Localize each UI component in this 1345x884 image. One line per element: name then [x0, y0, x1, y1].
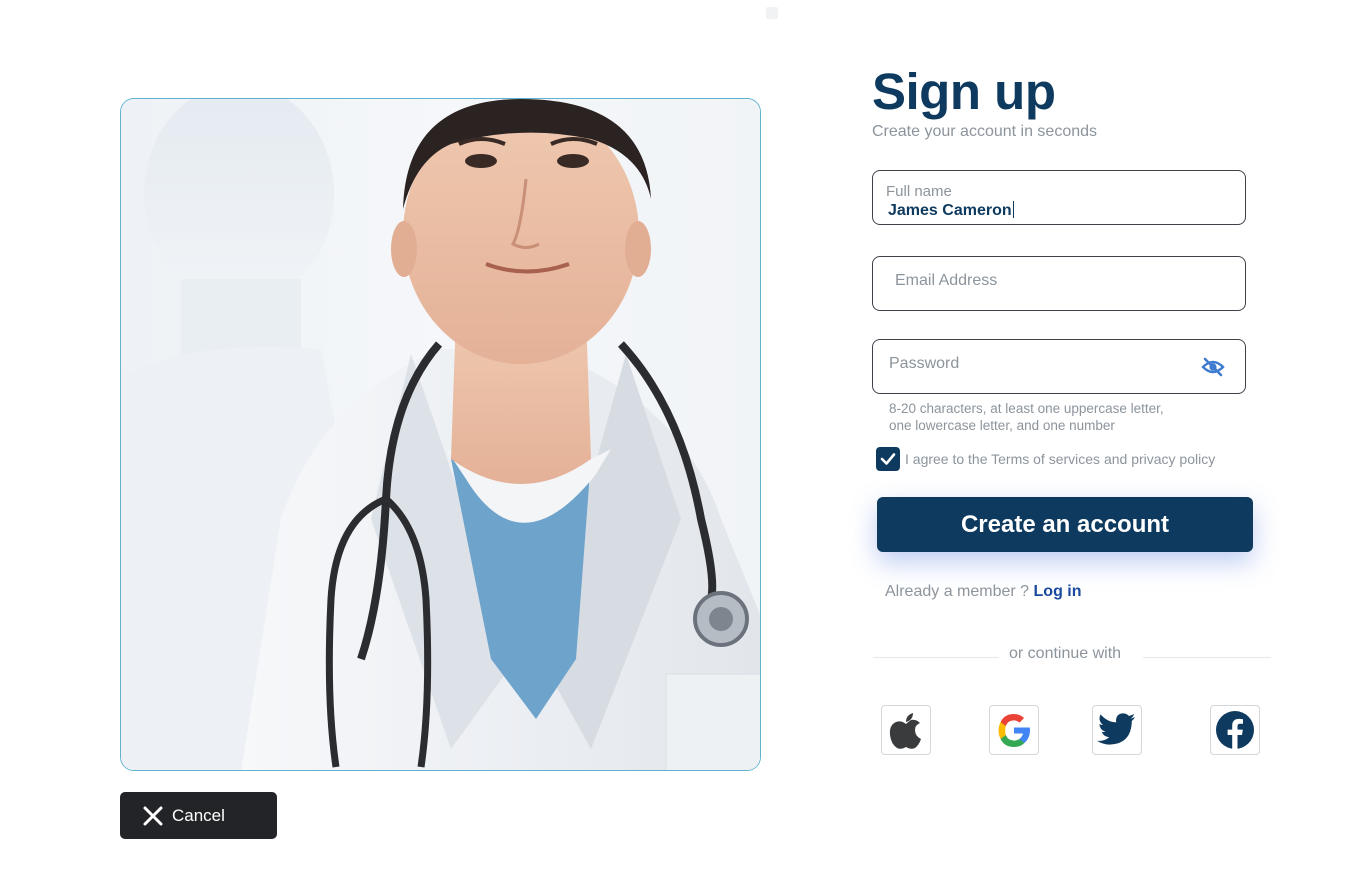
facebook-login-button[interactable] [1210, 705, 1260, 755]
email-input[interactable] [895, 272, 1195, 290]
member-text: Already a member ? [885, 583, 1030, 600]
divider-left [873, 657, 999, 658]
password-input[interactable] [889, 355, 1189, 373]
page-subtitle: Create your account in seconds [872, 123, 1098, 140]
password-field[interactable] [872, 339, 1246, 394]
divider-right [1143, 657, 1271, 658]
full-name-label: Full name [886, 183, 952, 200]
divider-text: or continue with [1009, 645, 1122, 662]
page-title: Sign up [872, 63, 1056, 120]
facebook-icon [1216, 711, 1254, 749]
hero-image [120, 98, 761, 771]
password-hint-line1: 8-20 characters, at least one uppercase … [889, 401, 1164, 416]
check-icon [880, 453, 896, 465]
agree-row: I agree to the Terms of services and pri… [876, 447, 1215, 471]
password-hint-line2: one lowercase letter, and one number [889, 418, 1115, 433]
email-field[interactable] [872, 256, 1246, 311]
password-hint: 8-20 characters, at least one uppercase … [889, 400, 1164, 434]
twitter-login-button[interactable] [1092, 705, 1142, 755]
top-decoration [766, 7, 778, 19]
login-link[interactable]: Log in [1034, 583, 1082, 600]
google-icon [998, 714, 1030, 747]
cancel-label: Cancel [172, 805, 225, 825]
close-icon [142, 805, 164, 827]
create-account-button[interactable]: Create an account [877, 497, 1253, 552]
apple-icon [889, 713, 921, 749]
doctor-illustration [121, 99, 760, 770]
agree-checkbox[interactable] [876, 447, 900, 471]
apple-login-button[interactable] [881, 705, 931, 755]
agree-label: I agree to the Terms of services and pri… [905, 451, 1216, 467]
full-name-input[interactable]: James Cameron [888, 201, 1014, 220]
eye-off-icon[interactable] [1201, 356, 1225, 378]
text-caret [1012, 201, 1014, 218]
full-name-value: James Cameron [888, 202, 1012, 219]
cancel-button[interactable]: Cancel [120, 792, 277, 839]
full-name-field[interactable]: Full name James Cameron [872, 170, 1246, 225]
member-row: Already a member ? Log in [885, 583, 1082, 601]
google-login-button[interactable] [989, 705, 1039, 755]
twitter-icon [1097, 713, 1135, 745]
